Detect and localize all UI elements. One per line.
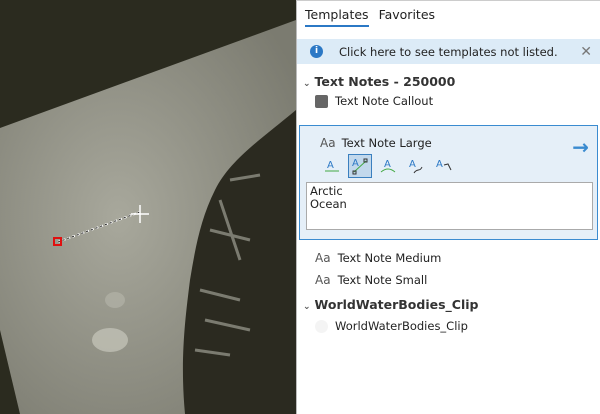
tab-templates[interactable]: Templates (305, 7, 369, 27)
polygon-symbol-icon (315, 319, 328, 333)
map-view[interactable] (0, 0, 296, 414)
info-icon: i (310, 45, 323, 58)
curved-text-tool[interactable]: A (376, 154, 400, 178)
create-features-pane: Templates Favorites i Click here to see … (296, 0, 600, 414)
annotation-text-input[interactable]: Arctic Ocean (306, 182, 593, 230)
svg-text:A: A (409, 159, 416, 170)
freehand-text-tool[interactable]: A (404, 154, 428, 178)
text-symbol-icon: Aa (315, 251, 331, 265)
template-item[interactable]: Aa Text Note Medium (315, 251, 441, 265)
group-header[interactable]: ⌄ Text Notes - 250000 (303, 74, 455, 89)
svg-text:A: A (327, 160, 334, 171)
group-header[interactable]: ⌄ WorldWaterBodies_Clip (303, 297, 478, 312)
leader-text-tool[interactable]: A (432, 154, 456, 178)
horizontal-text-tool[interactable]: A (320, 154, 344, 178)
straight-text-tool[interactable]: A (348, 154, 372, 178)
tab-favorites[interactable]: Favorites (379, 7, 435, 25)
svg-text:A: A (384, 159, 391, 170)
svg-text:A: A (352, 158, 359, 169)
selected-template[interactable]: Aa Text Note Large → A A A A A Arctic Oce… (299, 125, 598, 240)
close-icon[interactable]: ✕ (580, 44, 592, 60)
template-item[interactable]: Aa Text Note Small (315, 273, 427, 287)
arrow-right-icon[interactable]: → (572, 135, 589, 159)
chevron-down-icon: ⌄ (303, 302, 311, 312)
text-symbol-icon: Aa (315, 273, 331, 287)
svg-text:A: A (436, 159, 443, 170)
chevron-down-icon: ⌄ (303, 79, 311, 89)
callout-icon (315, 94, 328, 108)
info-banner[interactable]: i Click here to see templates not listed… (297, 39, 600, 64)
info-text[interactable]: Click here to see templates not listed. (339, 45, 558, 59)
satellite-imagery (0, 20, 296, 414)
template-item[interactable]: WorldWaterBodies_Clip (315, 319, 468, 333)
template-item[interactable]: Text Note Callout (315, 94, 433, 108)
text-symbol-icon: Aa (320, 136, 336, 150)
construction-tools: A A A A A (320, 154, 456, 178)
